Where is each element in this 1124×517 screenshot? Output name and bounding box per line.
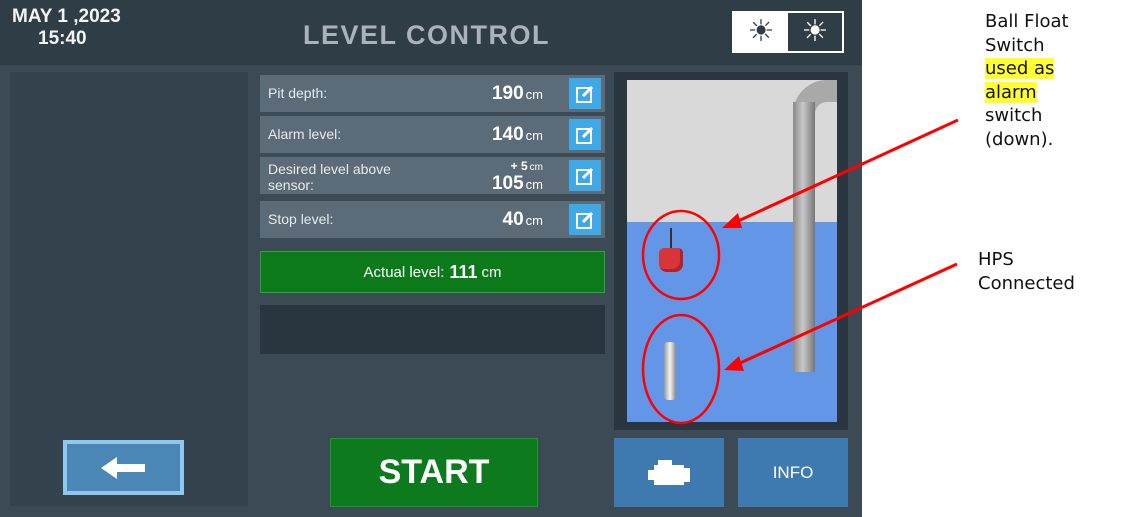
hps-annotation-line: Connected — [978, 272, 1075, 294]
float-highlight-circle — [641, 209, 721, 301]
annotation-overlay — [641, 118, 959, 425]
hps-annotation: HPS Connected — [978, 248, 1075, 295]
highlighted-text: alarm — [985, 81, 1037, 103]
float-annotation-line: Switch — [985, 34, 1045, 56]
hps-annotation-line: HPS — [978, 249, 1014, 270]
float-annotation-line: (down). — [985, 128, 1054, 150]
highlighted-text: used as — [985, 58, 1055, 79]
hps-arrow-head — [724, 356, 744, 371]
float-annotation: Ball Float Switch used as alarm switch (… — [985, 10, 1069, 151]
float-annotation-line: switch — [985, 105, 1043, 126]
float-annotation-line: Ball Float — [985, 11, 1069, 32]
float-annotation-line: used as — [985, 57, 1069, 81]
float-annotation-line: alarm — [985, 81, 1069, 105]
hps-highlight-circle — [641, 313, 721, 425]
float-arrow-head — [722, 213, 742, 228]
float-arrow-line — [735, 118, 959, 224]
hps-arrow-line — [737, 262, 958, 366]
